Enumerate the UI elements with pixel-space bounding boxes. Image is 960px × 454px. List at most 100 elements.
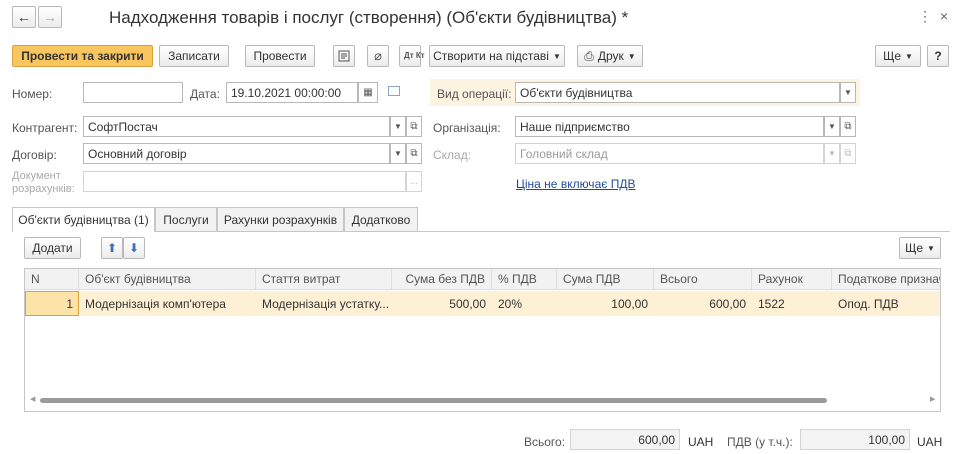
cell-tax-purpose[interactable]: Опод. ПДВ xyxy=(832,291,940,316)
document-structure-icon xyxy=(338,50,350,62)
total-currency: UAH xyxy=(688,435,714,449)
dropdown-arrow-icon: ▼ xyxy=(552,51,561,61)
scroll-right-arrow[interactable]: ▶ xyxy=(930,395,935,403)
calendar-button[interactable]: ▦ xyxy=(358,82,378,103)
warehouse-label: Склад: xyxy=(433,148,472,162)
number-field[interactable] xyxy=(83,82,183,103)
back-button[interactable]: ← xyxy=(12,6,36,28)
open-icon: ⧉ xyxy=(410,148,418,159)
add-button[interactable]: Додати xyxy=(24,237,81,259)
col-amount-without-vat[interactable]: Сума без ПДВ xyxy=(392,269,492,289)
col-vat-amount[interactable]: Сума ПДВ xyxy=(557,269,654,289)
settlement-doc-label-line2: розрахунків: xyxy=(12,183,75,195)
open-icon: ⧉ xyxy=(844,121,852,132)
chevron-down-icon: ▼ xyxy=(828,149,836,158)
vat-total-field: 100,00 xyxy=(800,429,910,450)
chevron-down-icon: ▼ xyxy=(844,88,852,97)
more-button[interactable]: Ще ▼ xyxy=(875,45,921,67)
arrow-left-icon: ← xyxy=(17,9,31,25)
col-n[interactable]: N xyxy=(25,269,79,289)
open-icon: ⧉ xyxy=(844,148,852,159)
vat-link[interactable]: Ціна не включає ПДВ xyxy=(516,177,635,191)
print-button[interactable]: ⎙ Друк ▼ xyxy=(577,45,643,67)
horizontal-scrollbar-thumb[interactable] xyxy=(40,398,827,403)
counterparty-label: Контрагент: xyxy=(12,121,78,135)
settlement-doc-select-button: ... xyxy=(406,171,422,192)
organization-open[interactable]: ⧉ xyxy=(840,116,856,137)
paperclip-icon: ⌀ xyxy=(374,48,382,63)
cell-amount-without-vat[interactable]: 500,00 xyxy=(392,291,492,316)
total-label: Всього: xyxy=(524,435,566,449)
date-field[interactable]: 19.10.2021 00:00:00 xyxy=(226,82,358,103)
cell-n[interactable]: 1 xyxy=(25,291,79,316)
chevron-down-icon: ▼ xyxy=(828,122,836,131)
cell-vat-amount[interactable]: 100,00 xyxy=(557,291,654,316)
printer-icon: ⎙ xyxy=(584,48,594,63)
col-account[interactable]: Рахунок xyxy=(752,269,832,289)
document-view-icon[interactable] xyxy=(388,86,400,96)
col-construction-object[interactable]: Об'єкт будівництва xyxy=(79,269,256,289)
dropdown-arrow-icon: ▼ xyxy=(927,243,935,253)
warehouse-open: ⧉ xyxy=(840,143,856,164)
attach-button[interactable]: ⌀ xyxy=(367,45,389,67)
arrow-right-icon: → xyxy=(43,9,57,25)
organization-field[interactable]: Наше підприємство xyxy=(515,116,824,137)
counterparty-field[interactable]: СофтПостач xyxy=(83,116,390,137)
number-label: Номер: xyxy=(12,87,53,101)
col-total[interactable]: Всього xyxy=(654,269,752,289)
chevron-down-icon: ▼ xyxy=(394,122,402,131)
dropdown-arrow-icon: ▼ xyxy=(627,51,636,61)
cell-expense-item[interactable]: Модернізація устатку... xyxy=(256,291,392,316)
counterparty-dropdown[interactable]: ▼ xyxy=(390,116,406,137)
contract-label: Договір: xyxy=(12,148,57,162)
arrow-up-icon: ⬆ xyxy=(106,241,118,255)
organization-dropdown[interactable]: ▼ xyxy=(824,116,840,137)
open-icon: ⧉ xyxy=(410,121,418,132)
vat-total-currency: UAH xyxy=(917,435,943,449)
vat-total-label: ПДВ (у т.ч.): xyxy=(727,435,793,449)
document-structure-button[interactable] xyxy=(333,45,355,67)
total-field: 600,00 xyxy=(570,429,680,450)
post-and-close-button[interactable]: Провести та закрити xyxy=(12,45,153,67)
dtkt-button[interactable]: Дт Кт xyxy=(399,45,425,67)
operation-kind-label: Вид операції: xyxy=(437,87,512,101)
calendar-icon: ▦ xyxy=(363,87,373,98)
col-tax-purpose[interactable]: Податкове призначення xyxy=(832,269,940,289)
organization-label: Організація: xyxy=(433,121,501,135)
window-title: Надходження товарів і послуг (створення)… xyxy=(109,8,629,27)
tab-additional[interactable]: Додатково xyxy=(344,207,418,231)
tab-settlement-accounts[interactable]: Рахунки розрахунків xyxy=(217,207,344,231)
counterparty-open[interactable]: ⧉ xyxy=(406,116,422,137)
chevron-down-icon: ▼ xyxy=(394,149,402,158)
operation-kind-field[interactable]: Об'єкти будівництва xyxy=(515,82,840,103)
post-button[interactable]: Провести xyxy=(245,45,315,67)
cell-account[interactable]: 1522 xyxy=(752,291,832,316)
move-up-button[interactable]: ⬆ xyxy=(101,237,123,259)
settlement-doc-label-line1: Документ xyxy=(12,170,61,182)
cell-total[interactable]: 600,00 xyxy=(654,291,752,316)
create-based-on-button[interactable]: Створити на підставі ▼ xyxy=(429,45,565,67)
contract-dropdown[interactable]: ▼ xyxy=(390,143,406,164)
table-more-button[interactable]: Ще ▼ xyxy=(899,237,941,259)
cell-construction-object[interactable]: Модернізація комп'ютера xyxy=(79,291,256,316)
col-expense-item[interactable]: Стаття витрат xyxy=(256,269,392,289)
scroll-left-arrow[interactable]: ◀ xyxy=(30,395,35,403)
arrow-down-icon: ⬇ xyxy=(128,241,140,255)
warehouse-field: Головний склад xyxy=(515,143,824,164)
operation-kind-dropdown[interactable]: ▼ xyxy=(840,82,856,103)
tab-services[interactable]: Послуги xyxy=(155,207,217,231)
contract-open[interactable]: ⧉ xyxy=(406,143,422,164)
move-down-button[interactable]: ⬇ xyxy=(123,237,145,259)
tab-construction-objects[interactable]: Об'єкти будівництва (1) xyxy=(12,207,155,232)
col-vat-rate[interactable]: % ПДВ xyxy=(492,269,557,289)
contract-field[interactable]: Основний договір xyxy=(83,143,390,164)
help-button[interactable]: ? xyxy=(927,45,949,67)
more-vertical-icon[interactable]: ⋮ xyxy=(918,8,932,25)
dtkt-icon: Дт Кт xyxy=(404,51,425,60)
close-icon[interactable]: × xyxy=(940,8,948,24)
forward-button[interactable]: → xyxy=(38,6,62,28)
cell-vat-rate[interactable]: 20% xyxy=(492,291,557,316)
settlement-doc-field xyxy=(83,171,406,192)
date-label: Дата: xyxy=(190,87,220,101)
save-button[interactable]: Записати xyxy=(159,45,229,67)
